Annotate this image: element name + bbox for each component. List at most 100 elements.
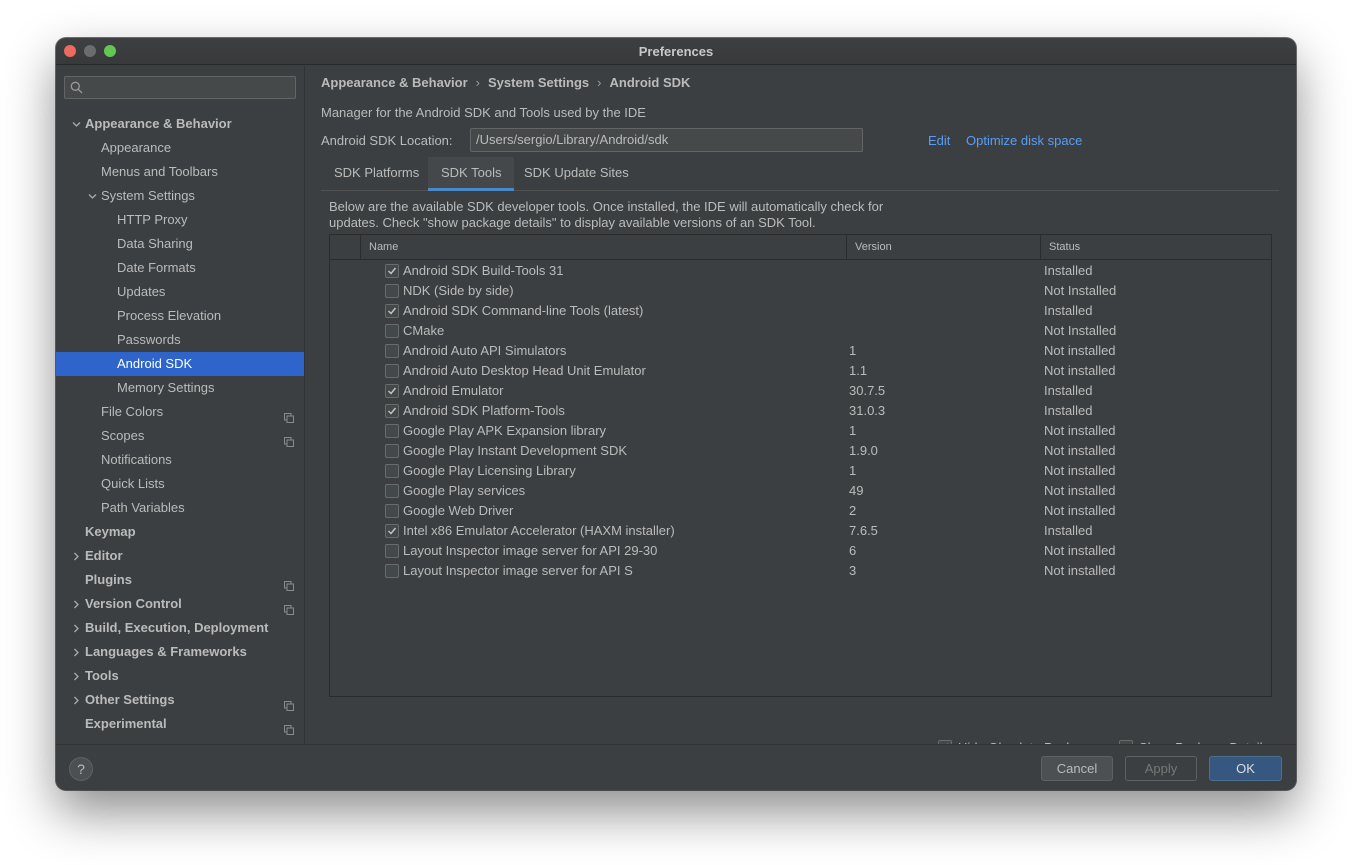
chevron-down-icon[interactable] — [72, 112, 82, 136]
table-row[interactable]: Intel x86 Emulator Accelerator (HAXM ins… — [330, 521, 1271, 541]
row-checkbox[interactable] — [385, 504, 399, 518]
row-name-cell: CMake — [403, 323, 445, 338]
row-status-cell: Not installed — [1044, 543, 1116, 558]
sidebar-item-updates[interactable]: Updates — [56, 280, 304, 304]
table-row[interactable]: Android SDK Command-line Tools (latest) I… — [330, 301, 1271, 321]
tab-sdk-platforms[interactable]: SDK Platforms — [321, 157, 432, 191]
edit-location-link[interactable]: Edit — [928, 133, 950, 148]
ok-button[interactable]: OK — [1209, 756, 1282, 781]
row-checkbox[interactable] — [385, 424, 399, 438]
sidebar-item-tools[interactable]: Tools — [56, 664, 304, 688]
sidebar-item-languages-frameworks[interactable]: Languages & Frameworks — [56, 640, 304, 664]
breadcrumb-item-appearance-behavior[interactable]: Appearance & Behavior — [321, 75, 468, 90]
sidebar-item-label: Scopes — [101, 428, 145, 443]
table-row[interactable]: Android SDK Build-Tools 31 Installed — [330, 261, 1271, 281]
table-row[interactable]: Google Play services 49 Not installed — [330, 481, 1271, 501]
table-row[interactable]: Android Auto API Simulators 1 Not installe… — [330, 341, 1271, 361]
chevron-right-icon[interactable] — [72, 544, 82, 568]
row-checkbox[interactable] — [385, 464, 399, 478]
sidebar-item-appearance-behavior[interactable]: Appearance & Behavior — [56, 112, 304, 136]
dialog-footer: ? Cancel Apply OK — [56, 744, 1296, 790]
sidebar-item-editor[interactable]: Editor — [56, 544, 304, 568]
sidebar-item-system-settings[interactable]: System Settings — [56, 184, 304, 208]
row-version-cell: 1 — [849, 423, 857, 438]
help-button[interactable]: ? — [69, 757, 93, 781]
sidebar-item-notifications[interactable]: Notifications — [56, 448, 304, 472]
chevron-right-icon[interactable] — [72, 688, 82, 712]
sidebar-item-experimental[interactable]: Experimental — [56, 712, 304, 736]
table-row[interactable]: CMake Not Installed — [330, 321, 1271, 341]
row-status-cell: Not installed — [1044, 363, 1116, 378]
sidebar-item-menus-and-toolbars[interactable]: Menus and Toolbars — [56, 160, 304, 184]
chevron-right-icon[interactable] — [72, 616, 82, 640]
sidebar-item-http-proxy[interactable]: HTTP Proxy — [56, 208, 304, 232]
sidebar-item-path-variables[interactable]: Path Variables — [56, 496, 304, 520]
close-window-button[interactable] — [64, 45, 76, 57]
row-checkbox[interactable] — [385, 364, 399, 378]
table-header-version[interactable]: Version — [846, 235, 1041, 260]
table-row[interactable]: Layout Inspector image server for API S 3… — [330, 561, 1271, 581]
chevron-right-icon[interactable] — [72, 640, 82, 664]
row-checkbox[interactable] — [385, 264, 399, 278]
table-row[interactable]: Android Emulator 30.7.5 Installed — [330, 381, 1271, 401]
sidebar-item-file-colors[interactable]: File Colors — [56, 400, 304, 424]
row-status-cell: Not installed — [1044, 423, 1116, 438]
breadcrumb-item-system-settings[interactable]: System Settings — [488, 75, 589, 90]
tab-sdk-update-sites[interactable]: SDK Update Sites — [511, 157, 642, 191]
row-checkbox[interactable] — [385, 544, 399, 558]
table-row[interactable]: Android Auto Desktop Head Unit Emulator 1… — [330, 361, 1271, 381]
sidebar-item-label: System Settings — [101, 188, 195, 203]
sidebar-item-plugins[interactable]: Plugins — [56, 568, 304, 592]
sidebar-item-label: Memory Settings — [117, 380, 215, 395]
table-row[interactable]: Google Play APK Expansion library 1 Not in… — [330, 421, 1271, 441]
row-checkbox[interactable] — [385, 324, 399, 338]
row-checkbox[interactable] — [385, 444, 399, 458]
row-version-cell: 1.9.0 — [849, 443, 878, 458]
table-row[interactable]: Google Web Driver 2 Not installed — [330, 501, 1271, 521]
sidebar-item-android-sdk[interactable]: Android SDK — [56, 352, 304, 376]
sidebar-item-label: Languages & Frameworks — [85, 644, 247, 659]
sidebar-item-label: Notifications — [101, 452, 172, 467]
sdk-location-field[interactable]: /Users/sergio/Library/Android/sdk — [470, 128, 863, 152]
sidebar-item-data-sharing[interactable]: Data Sharing — [56, 232, 304, 256]
sidebar-item-appearance[interactable]: Appearance — [56, 136, 304, 160]
apply-button[interactable]: Apply — [1125, 756, 1197, 781]
sidebar-item-version-control[interactable]: Version Control — [56, 592, 304, 616]
sidebar-item-date-formats[interactable]: Date Formats — [56, 256, 304, 280]
row-checkbox[interactable] — [385, 384, 399, 398]
sidebar-item-keymap[interactable]: Keymap — [56, 520, 304, 544]
sidebar-item-process-elevation[interactable]: Process Elevation — [56, 304, 304, 328]
optimize-disk-space-link[interactable]: Optimize disk space — [966, 133, 1082, 148]
settings-search-box[interactable] — [64, 76, 296, 99]
project-settings-icon — [284, 599, 294, 615]
row-checkbox[interactable] — [385, 304, 399, 318]
chevron-right-icon[interactable] — [72, 664, 82, 688]
table-header-name[interactable]: Name — [360, 235, 847, 260]
row-checkbox[interactable] — [385, 284, 399, 298]
chevron-down-icon[interactable] — [88, 184, 98, 208]
table-row[interactable]: Android SDK Platform-Tools 31.0.3 Installe… — [330, 401, 1271, 421]
row-checkbox[interactable] — [385, 564, 399, 578]
table-row[interactable]: Layout Inspector image server for API 29… — [330, 541, 1271, 561]
sidebar-item-build-execution-deployment[interactable]: Build, Execution, Deployment — [56, 616, 304, 640]
row-checkbox[interactable] — [385, 524, 399, 538]
row-checkbox[interactable] — [385, 344, 399, 358]
table-row[interactable]: Google Play Licensing Library 1 Not instal… — [330, 461, 1271, 481]
table-row[interactable]: Google Play Instant Development SDK 1.9.0… — [330, 441, 1271, 461]
row-checkbox[interactable] — [385, 484, 399, 498]
sidebar-item-memory-settings[interactable]: Memory Settings — [56, 376, 304, 400]
table-row[interactable]: NDK (Side by side) Not Installed — [330, 281, 1271, 301]
sidebar-item-scopes[interactable]: Scopes — [56, 424, 304, 448]
row-checkbox[interactable] — [385, 404, 399, 418]
sidebar-item-quick-lists[interactable]: Quick Lists — [56, 472, 304, 496]
chevron-right-icon[interactable] — [72, 592, 82, 616]
zoom-window-button[interactable] — [104, 45, 116, 57]
cancel-button[interactable]: Cancel — [1041, 756, 1113, 781]
sidebar-item-other-settings[interactable]: Other Settings — [56, 688, 304, 712]
row-name-cell: Android Emulator — [403, 383, 504, 398]
sidebar-item-passwords[interactable]: Passwords — [56, 328, 304, 352]
settings-search-input[interactable] — [87, 79, 287, 96]
tab-sdk-tools[interactable]: SDK Tools — [428, 157, 515, 191]
minimize-window-button[interactable] — [84, 45, 96, 57]
table-header-status[interactable]: Status — [1040, 235, 1271, 260]
